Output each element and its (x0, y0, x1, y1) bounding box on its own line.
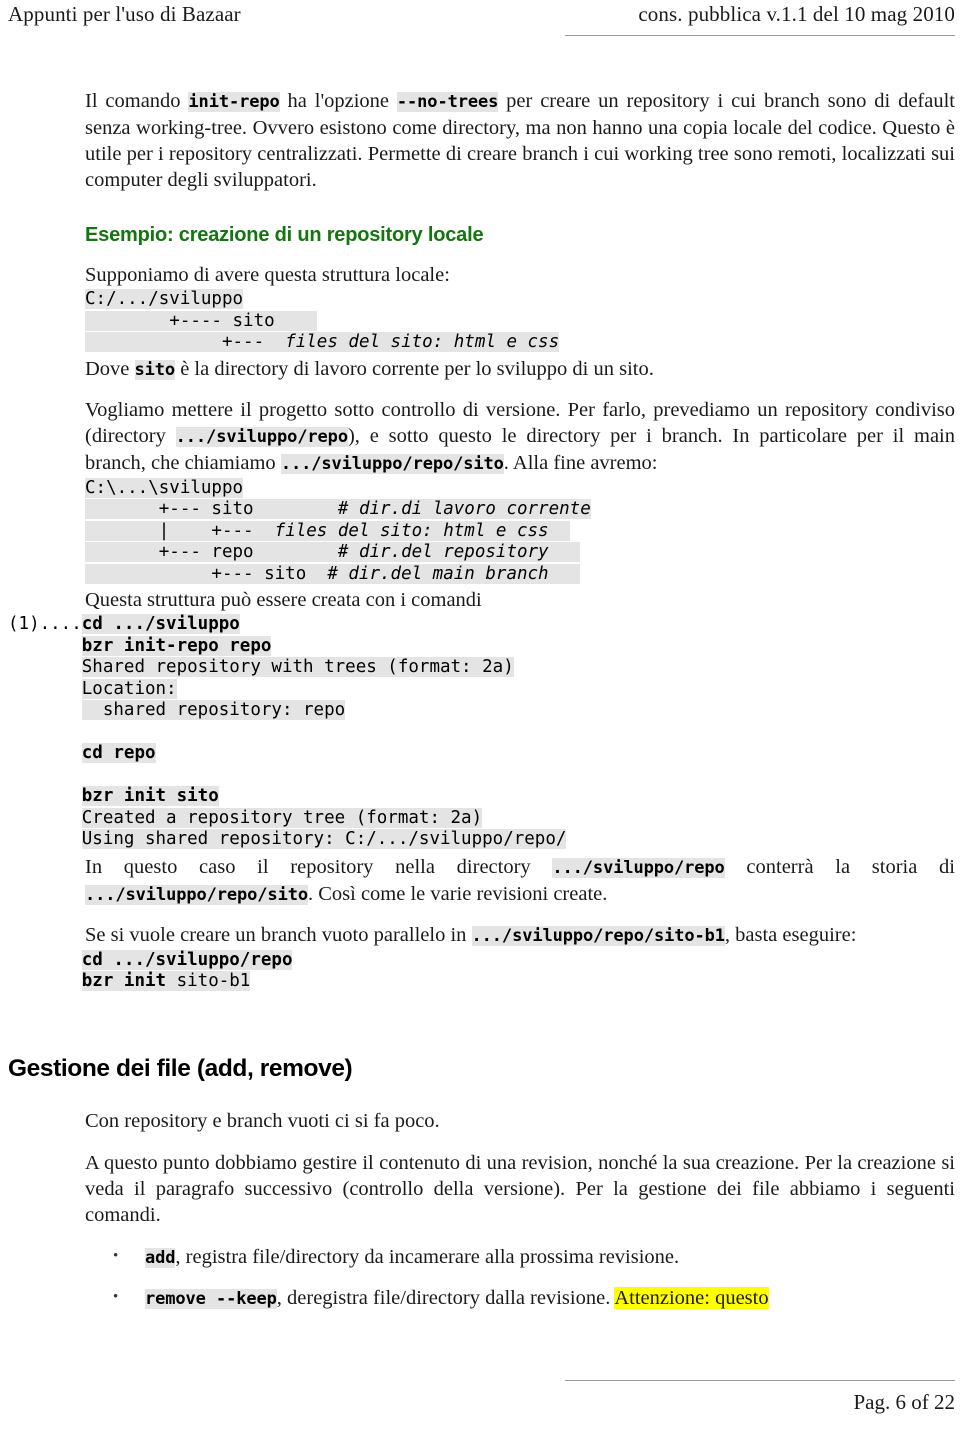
repository-history-paragraph: In questo caso il repository nella direc… (85, 854, 955, 908)
after-tree1-paragraph: Dove sito è la directory di lavoro corre… (85, 356, 955, 383)
tree-2-line-5: +--- sito # dir.del main branch (85, 563, 960, 586)
intro-paragraph: Il comando init-repo ha l'opzione --no-t… (85, 88, 955, 193)
after-tree1-text-a: Dove (85, 357, 135, 380)
code-repo-path: .../sviluppo/repo (552, 857, 725, 878)
list-item: remove --keep, deregistra file/directory… (85, 1284, 955, 1312)
code-no-trees: --no-trees (396, 92, 499, 112)
empty-branch-paragraph: Se si vuole creare un branch vuoto paral… (85, 922, 955, 949)
tree-2-line-2: +--- sito # dir.di lavoro corrente (85, 499, 591, 519)
bullet-0-text: , registra file/directory da incamerare … (175, 1245, 680, 1268)
code-init-repo: init-repo (188, 92, 280, 112)
history-text-c: . Così come le varie revisioni create. (307, 882, 608, 905)
output-shared-repository: Shared repository with trees (format: 2a… (81, 657, 514, 677)
command-cd-sviluppo-repo: cd .../sviluppo/repo (81, 949, 293, 970)
after-tree1-text-b: è la directory di lavoro corrente per lo… (175, 357, 654, 380)
code-remove-keep: remove --keep (145, 1288, 277, 1309)
code-add: add (145, 1247, 176, 1268)
page-header: Appunti per l'uso di Bazaar cons. pubbli… (0, 0, 960, 44)
bullet-1-text: , deregistra file/directory dalla revisi… (276, 1286, 615, 1309)
tree-1-line-2: +---- sito (85, 310, 317, 331)
history-text-b: conterrà la storia di (724, 855, 955, 878)
list-item: add, registra file/directory da incamera… (85, 1243, 955, 1271)
code-sito: sito (134, 359, 176, 380)
page-footer: Pag. 6 of 22 (0, 1350, 960, 1430)
versioning-text-c: . Alla fine avremo: (503, 451, 658, 474)
tree-1-line-3: +--- files del sito: html e css (85, 332, 560, 352)
header-revision-info: cons. pubblica v.1.1 del 10 mag 2010 (638, 2, 955, 26)
versioning-paragraph: Vogliamo mettere il progetto sotto contr… (85, 397, 955, 477)
command-bzr-init-repo: bzr init-repo repo (81, 635, 272, 656)
example-intro-line: Supponiamo di avere questa struttura loc… (85, 264, 450, 286)
code-repo-sito-path: .../sviluppo/repo/sito (85, 884, 308, 905)
header-document-title: Appunti per l'uso di Bazaar (8, 2, 241, 26)
empty-branch-text-a: Se si vuole creare un branch vuoto paral… (85, 923, 472, 946)
output-using-shared-repository: Using shared repository: C:/.../sviluppo… (81, 829, 567, 849)
output-shared-repo-path: shared repository: repo (81, 700, 346, 720)
footer-divider (565, 1380, 955, 1381)
intro-text-b: ha l'opzione (279, 90, 397, 112)
file-section-paragraph-2: A questo punto dobbiamo gestire il conte… (85, 1151, 955, 1226)
output-created-repository-tree: Created a repository tree (format: 2a) (81, 807, 483, 828)
empty-branch-text-b: , basta eseguire: (724, 923, 857, 946)
code-sito-b1-path: .../sviluppo/repo/sito-b1 (471, 925, 725, 946)
file-section-paragraph-1: Con repository e branch vuoti ci si fa p… (85, 1109, 440, 1132)
tree-block-final-structure: C:\...\sviluppo +--- sito # dir.di lavor… (85, 477, 960, 586)
command-block-2: cd .../sviluppo/repo bzr init sito-b1 (8, 949, 960, 993)
heading-gestione-dei-file: Gestione dei file (add, remove) (8, 1054, 353, 1082)
output-location-label: Location: (81, 678, 177, 699)
tree-2-line-1: C:\...\sviluppo (85, 477, 244, 498)
page-number: Pag. 6 of 22 (853, 1390, 956, 1414)
command-step-1-line: (1)....cd .../sviluppo (8, 614, 240, 634)
document-content: Il comando init-repo ha l'opzione --no-t… (0, 88, 960, 1326)
header-divider (565, 35, 955, 36)
history-text-a: In questo caso il repository nella direc… (85, 855, 553, 878)
file-commands-list: add, registra file/directory da incamera… (85, 1243, 955, 1312)
after-tree2-paragraph: Questa struttura può essere creata con i… (85, 589, 482, 611)
command-bzr-init-sito-b1: bzr init sito-b1 (81, 971, 251, 991)
tree-block-initial-structure: C:/.../sviluppo +---- sito +--- files de… (85, 289, 960, 354)
intro-text-a: Il comando (85, 90, 189, 112)
tree-2-line-3: | +--- files del sito: html e css (85, 520, 960, 543)
command-cd-repo: cd repo (81, 743, 156, 763)
code-sviluppo-repo: .../sviluppo/repo (175, 426, 348, 447)
command-block-1-spacer (8, 722, 960, 744)
command-block-1: (1)....cd .../sviluppo bzr init-repo rep… (8, 614, 960, 851)
command-bzr-init-sito: bzr init sito (81, 786, 219, 806)
heading-esempio-repository-locale: Esempio: creazione di un repository loca… (85, 224, 484, 246)
tree-1-line-1: C:/.../sviluppo (85, 289, 244, 309)
code-sviluppo-repo-sito: .../sviluppo/repo/sito (280, 453, 504, 474)
highlight-attenzione: Attenzione: questo (614, 1286, 769, 1309)
command-block-1-spacer-2 (8, 765, 960, 787)
tree-2-line-4: +--- repo # dir.del repository (85, 542, 960, 564)
